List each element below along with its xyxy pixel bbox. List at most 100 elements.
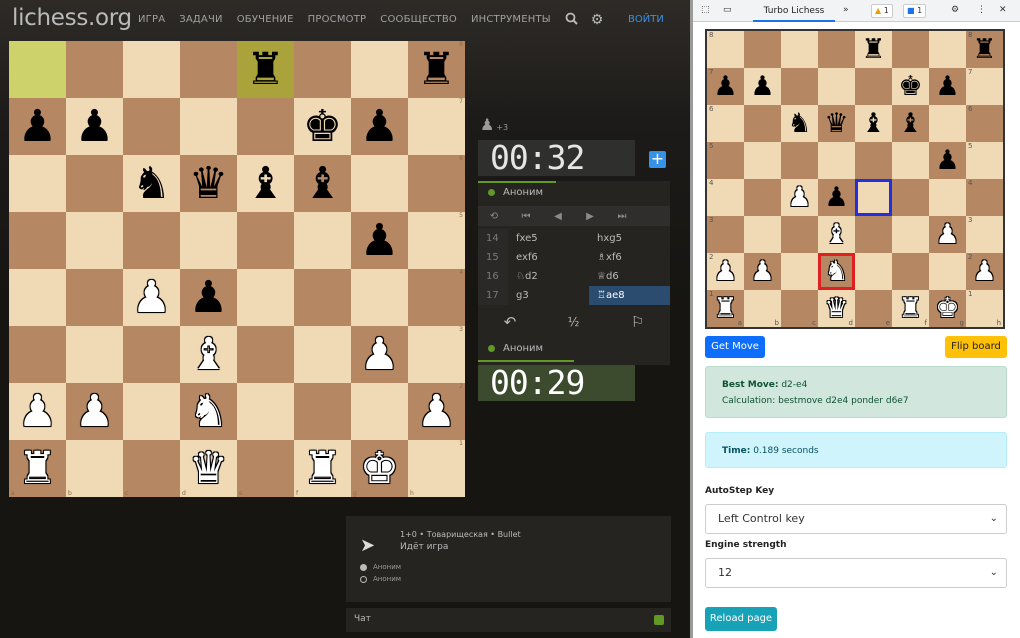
- messages-badge[interactable]: ■ 1: [903, 4, 927, 18]
- square-e5[interactable]: [237, 212, 294, 269]
- square-e2[interactable]: [855, 253, 892, 290]
- square-d7[interactable]: [818, 68, 855, 105]
- white-pawn-icon[interactable]: ♟: [935, 221, 959, 248]
- square-h5[interactable]: 5: [408, 212, 465, 269]
- black-pawn-icon[interactable]: ♟: [360, 104, 399, 149]
- square-h1[interactable]: 1h: [966, 290, 1003, 327]
- white-move[interactable]: g3: [508, 286, 589, 305]
- black-bishop-icon[interactable]: ♝: [898, 110, 922, 137]
- square-b2[interactable]: ♟: [66, 383, 123, 440]
- square-b4[interactable]: [744, 179, 781, 216]
- search-icon[interactable]: [563, 12, 579, 28]
- square-g3[interactable]: ♟: [929, 216, 966, 253]
- first-move-icon[interactable]: ⏮: [510, 211, 542, 222]
- square-g5[interactable]: ♟: [351, 212, 408, 269]
- square-f5[interactable]: [294, 212, 351, 269]
- white-pawn-icon[interactable]: ♟: [417, 389, 456, 434]
- square-a2[interactable]: ♟: [9, 383, 66, 440]
- square-c1[interactable]: c: [781, 290, 818, 327]
- square-b6[interactable]: [744, 105, 781, 142]
- square-d4[interactable]: ♟: [180, 269, 237, 326]
- white-king-icon[interactable]: ♚: [360, 446, 399, 491]
- square-b8[interactable]: [744, 31, 781, 68]
- square-e2[interactable]: [237, 383, 294, 440]
- square-b5[interactable]: [66, 212, 123, 269]
- square-d1[interactable]: ♛ d: [180, 440, 237, 497]
- black-pawn-icon[interactable]: ♟: [360, 218, 399, 263]
- square-a6[interactable]: 6: [707, 105, 744, 142]
- square-f2[interactable]: [294, 383, 351, 440]
- square-c4[interactable]: ♟: [123, 269, 180, 326]
- chat-panel[interactable]: Чат: [346, 608, 671, 632]
- black-pawn-icon[interactable]: ♟: [750, 73, 774, 100]
- square-f3[interactable]: [892, 216, 929, 253]
- square-a4[interactable]: 4: [707, 179, 744, 216]
- square-d1[interactable]: ♛ d: [818, 290, 855, 327]
- white-knight-icon[interactable]: ♞: [824, 258, 848, 285]
- square-b3[interactable]: [66, 326, 123, 383]
- square-c2[interactable]: [781, 253, 818, 290]
- white-pawn-icon[interactable]: ♟: [713, 258, 737, 285]
- white-pawn-icon[interactable]: ♟: [750, 258, 774, 285]
- square-a8[interactable]: [9, 41, 66, 98]
- square-h7[interactable]: 7: [408, 98, 465, 155]
- white-queen-icon[interactable]: ♛: [824, 295, 848, 322]
- square-e3[interactable]: [237, 326, 294, 383]
- black-rook-icon[interactable]: ♜: [417, 47, 456, 92]
- square-f8[interactable]: [294, 41, 351, 98]
- square-e6[interactable]: ♝: [237, 155, 294, 212]
- black-move[interactable]: ♗xf6: [589, 248, 670, 267]
- square-c7[interactable]: [123, 98, 180, 155]
- opponent-player[interactable]: Аноним: [488, 187, 543, 198]
- square-c3[interactable]: [123, 326, 180, 383]
- black-king-icon[interactable]: ♚: [898, 73, 922, 100]
- square-e5[interactable]: [855, 142, 892, 179]
- black-move[interactable]: ♕d6: [589, 267, 670, 286]
- square-b2[interactable]: ♟: [744, 253, 781, 290]
- square-e1[interactable]: e: [855, 290, 892, 327]
- square-d6[interactable]: ♛: [180, 155, 237, 212]
- square-g8[interactable]: [351, 41, 408, 98]
- square-f7[interactable]: ♚: [892, 68, 929, 105]
- autostep-select[interactable]: Left Control key ⌄: [705, 504, 1007, 534]
- square-d6[interactable]: ♛: [818, 105, 855, 142]
- current-move[interactable]: ♖ae8: [589, 286, 670, 305]
- white-move[interactable]: fxe5: [508, 229, 589, 248]
- settings-icon[interactable]: ⚙: [951, 5, 959, 15]
- white-rook-icon[interactable]: ♜: [18, 446, 57, 491]
- tab-turbo-lichess[interactable]: Turbo Lichess: [753, 3, 835, 22]
- white-rook-icon[interactable]: ♜: [898, 295, 922, 322]
- square-g2[interactable]: [929, 253, 966, 290]
- square-d3[interactable]: ♝: [818, 216, 855, 253]
- black-bishop-icon[interactable]: ♝: [303, 161, 342, 206]
- square-f4[interactable]: [892, 179, 929, 216]
- square-h4[interactable]: 4: [408, 269, 465, 326]
- square-c2[interactable]: [123, 383, 180, 440]
- square-d2[interactable]: ♞: [818, 253, 855, 290]
- square-h3[interactable]: 3: [408, 326, 465, 383]
- close-icon[interactable]: ✕: [999, 5, 1007, 15]
- square-d8[interactable]: [180, 41, 237, 98]
- square-f6[interactable]: ♝: [892, 105, 929, 142]
- white-pawn-icon[interactable]: ♟: [132, 275, 171, 320]
- next-move-icon[interactable]: ▶: [574, 211, 606, 222]
- square-e4[interactable]: [237, 269, 294, 326]
- square-h2[interactable]: ♟ 2: [966, 253, 1003, 290]
- square-a2[interactable]: ♟ 2: [707, 253, 744, 290]
- square-g5[interactable]: ♟: [929, 142, 966, 179]
- square-c5[interactable]: [781, 142, 818, 179]
- square-h4[interactable]: 4: [966, 179, 1003, 216]
- add-time-button[interactable]: +: [649, 151, 666, 168]
- square-a7[interactable]: ♟ 7: [707, 68, 744, 105]
- square-d3[interactable]: ♝: [180, 326, 237, 383]
- square-a3[interactable]: 3: [707, 216, 744, 253]
- square-a7[interactable]: ♟: [9, 98, 66, 155]
- square-f6[interactable]: ♝: [294, 155, 351, 212]
- site-logo[interactable]: lichess.org: [12, 5, 132, 31]
- square-b6[interactable]: [66, 155, 123, 212]
- square-g3[interactable]: ♟: [351, 326, 408, 383]
- square-h6[interactable]: 6: [408, 155, 465, 212]
- resign-flag-icon[interactable]: ⚐: [631, 313, 644, 331]
- black-rook-icon[interactable]: ♜: [972, 36, 996, 63]
- square-d4[interactable]: ♟: [818, 179, 855, 216]
